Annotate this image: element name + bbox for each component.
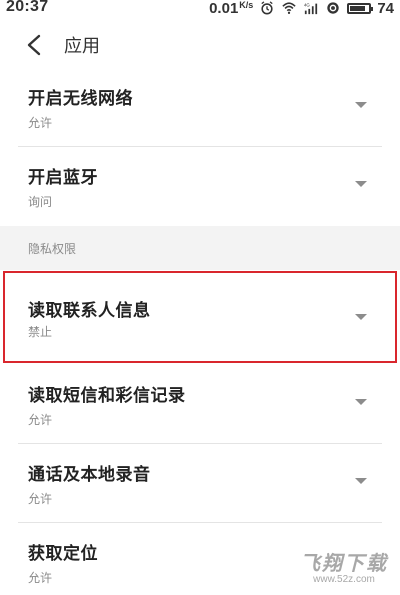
permission-title: 读取短信和彩信记录: [28, 386, 186, 406]
permission-row-bluetooth[interactable]: 开启蓝牙 询问: [0, 147, 400, 226]
dropdown-caret-icon: [355, 399, 367, 405]
dropdown-caret-icon: [355, 102, 367, 108]
permission-value: 禁止: [28, 325, 53, 339]
permission-title: 开启蓝牙: [28, 168, 98, 188]
permission-title: 获取定位: [28, 544, 98, 564]
battery-percentage: 74: [377, 0, 394, 17]
section-header-privacy: 隐私权限: [0, 226, 400, 270]
svg-text:4G: 4G: [304, 2, 310, 7]
permission-list: 开启无线网络 允许 开启蓝牙 询问 隐私权限 读取联系人信息 禁止 读取短信和彩…: [0, 68, 400, 595]
app-bar: 应用: [0, 22, 400, 68]
section-label: 隐私权限: [28, 242, 77, 256]
status-time: 20:37: [6, 0, 49, 15]
dropdown-caret-icon: [355, 181, 367, 187]
battery-icon: [347, 2, 374, 14]
permission-row-sms[interactable]: 读取短信和彩信记录 允许: [0, 365, 400, 444]
watermark-text: 飞翔下载: [300, 551, 388, 575]
network-speed-value: 0.01: [209, 0, 239, 17]
permission-value: 询问: [28, 195, 53, 209]
wifi-icon: [282, 2, 296, 14]
permission-title: 读取联系人信息: [28, 301, 151, 321]
permission-title: 开启无线网络: [28, 89, 133, 109]
cellular-signal-icon: 4G: [304, 2, 318, 15]
back-arrow-icon[interactable]: [26, 34, 42, 56]
app-permissions-screen: 20:37 0.01K/s 4G 74 应用 开启无线网络 允许 开启蓝牙 询问…: [0, 0, 400, 595]
watermark-url: www.52z.com: [313, 574, 375, 585]
network-speed-unit: K/s: [239, 0, 254, 10]
permission-value: 允许: [28, 571, 53, 585]
status-bar: 20:37 0.01K/s 4G 74: [0, 0, 400, 18]
permission-row-contacts[interactable]: 读取联系人信息 禁止: [0, 270, 400, 365]
watermark-logo: 飞翔下载 www.52z.com: [300, 553, 388, 585]
dropdown-caret-icon: [355, 478, 367, 484]
data-saver-icon: [327, 2, 339, 14]
permission-value: 允许: [28, 413, 53, 427]
dropdown-caret-icon: [355, 314, 367, 320]
status-icons: 0.01K/s 4G 74: [209, 0, 394, 17]
permission-title: 通话及本地录音: [28, 465, 151, 485]
permission-row-wifi[interactable]: 开启无线网络 允许: [0, 68, 400, 147]
page-title: 应用: [64, 36, 100, 57]
permission-value: 允许: [28, 116, 53, 130]
network-speed: 0.01K/s: [209, 0, 253, 17]
permission-row-recording[interactable]: 通话及本地录音 允许: [0, 444, 400, 523]
alarm-icon: [261, 1, 273, 15]
permission-value: 允许: [28, 492, 53, 506]
